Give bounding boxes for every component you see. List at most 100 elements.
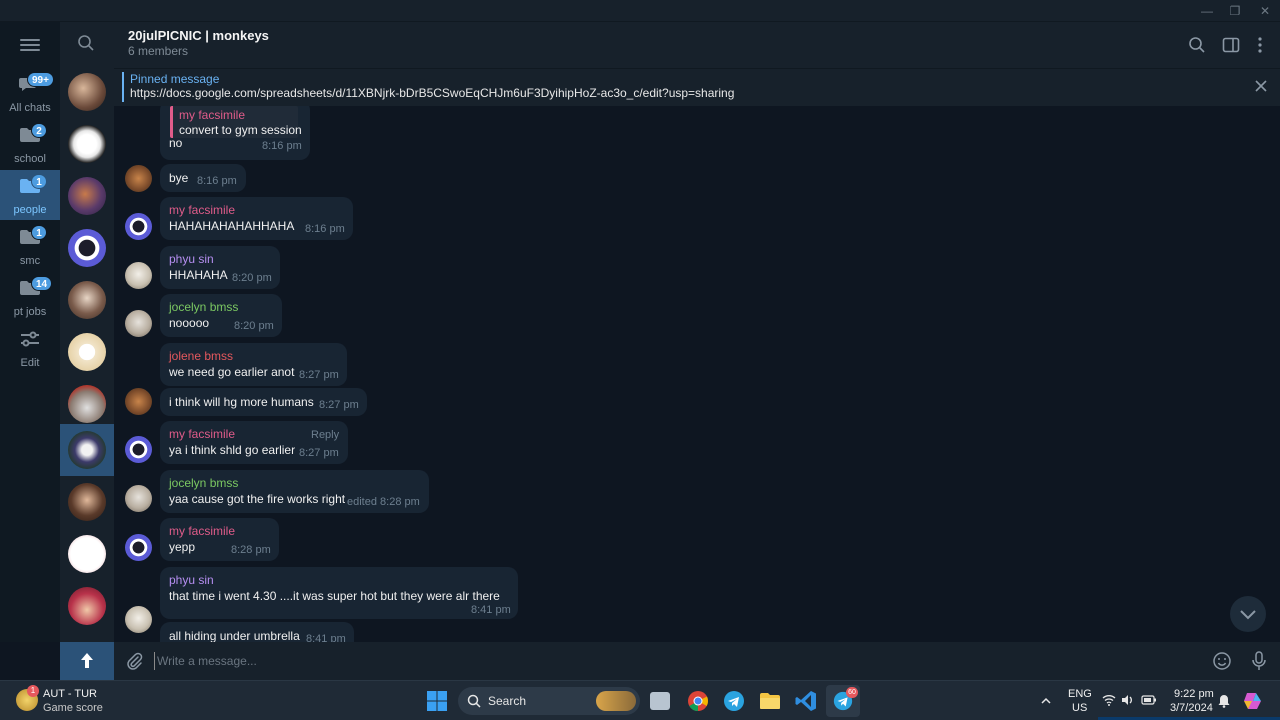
message-bubble[interactable]: all hiding under umbrella 8:41 pm xyxy=(160,622,354,642)
task-view-icon[interactable] xyxy=(650,692,670,710)
chat-list-item[interactable] xyxy=(60,118,114,170)
folder-label: All chats xyxy=(9,102,51,114)
menu-icon[interactable] xyxy=(18,36,42,54)
message-bubble[interactable]: my facsimile yepp 8:28 pm xyxy=(160,518,279,561)
microphone-icon[interactable] xyxy=(1250,650,1268,672)
close-window-button[interactable]: ✕ xyxy=(1250,2,1280,20)
message-sender[interactable]: my facsimile xyxy=(169,203,235,217)
message-text: we need go earlier anot xyxy=(169,365,295,379)
message-bubble[interactable]: jocelyn bmss yaa cause got the fire work… xyxy=(160,470,429,513)
avatar[interactable] xyxy=(125,485,152,512)
language-indicator[interactable]: ENG xyxy=(1068,688,1092,700)
folder-all-chats[interactable]: 99+ All chats xyxy=(0,68,60,118)
message-bubble[interactable]: my facsimile Reply ya i think shld go ea… xyxy=(160,421,348,464)
avatar[interactable] xyxy=(125,310,152,337)
chat-list-item[interactable] xyxy=(60,274,114,326)
message-sender[interactable]: my facsimile xyxy=(169,524,235,538)
emoji-icon[interactable] xyxy=(1212,651,1232,671)
telegram-badge: 60 xyxy=(846,687,858,698)
message-bubble[interactable]: my facsimile HAHAHAHAHAHHAHA 8:16 pm xyxy=(160,197,353,240)
scroll-top-button[interactable] xyxy=(60,642,114,680)
minimize-button[interactable]: — xyxy=(1192,2,1222,20)
chat-list-item[interactable] xyxy=(60,528,114,580)
search-icon[interactable] xyxy=(1188,36,1206,54)
folder-pt-jobs[interactable]: 14 pt jobs xyxy=(0,272,60,322)
message-text: HHAHAHA xyxy=(169,268,228,282)
sidebar-toggle-icon[interactable] xyxy=(1222,36,1240,54)
wifi-icon[interactable] xyxy=(1102,694,1116,706)
widget-title[interactable]: AUT - TUR xyxy=(43,688,97,700)
message-sender[interactable]: jocelyn bmss xyxy=(169,476,238,490)
avatar[interactable] xyxy=(125,213,152,240)
message-text: ya i think shld go earlier xyxy=(169,443,296,457)
avatar[interactable] xyxy=(125,534,152,561)
folder-edit[interactable]: Edit xyxy=(0,323,60,373)
message-input[interactable] xyxy=(154,652,1194,670)
chat-header[interactable]: 20julPICNIC | monkeys 6 members xyxy=(114,22,1280,68)
battery-icon[interactable] xyxy=(1141,695,1157,705)
chat-list-item[interactable] xyxy=(60,378,114,430)
message-bubble[interactable]: my facsimile convert to gym session no 8… xyxy=(160,106,310,160)
message-sender[interactable]: my facsimile xyxy=(169,427,235,441)
keyboard-layout: US xyxy=(1072,702,1088,714)
folder-smc[interactable]: 1 smc xyxy=(0,221,60,271)
folder-school[interactable]: 2 school xyxy=(0,119,60,169)
chevron-down-icon xyxy=(1240,610,1256,620)
message-bubble[interactable]: phyu sin that time i went 4.30 ....it wa… xyxy=(160,567,518,619)
avatar[interactable] xyxy=(125,262,152,289)
taskbar-search[interactable]: Search xyxy=(458,687,640,715)
search-icon[interactable] xyxy=(77,34,95,52)
message-list[interactable]: my facsimile convert to gym session no 8… xyxy=(114,106,1280,642)
quoted-reply[interactable]: my facsimile convert to gym session xyxy=(170,106,302,138)
chevron-up-icon[interactable] xyxy=(1040,696,1052,706)
avatar[interactable] xyxy=(125,165,152,192)
avatar[interactable] xyxy=(125,388,152,415)
telegram-icon[interactable] xyxy=(722,689,746,713)
folder-people[interactable]: 1 people xyxy=(0,170,60,220)
chat-list-item-selected[interactable] xyxy=(60,424,114,476)
message-text: that time i went 4.30 ....it was super h… xyxy=(169,589,500,603)
clock-time[interactable]: 9:22 pm xyxy=(1174,688,1214,700)
chat-list-item[interactable] xyxy=(60,66,114,118)
chat-list-item[interactable] xyxy=(60,326,114,378)
attach-icon[interactable] xyxy=(124,651,144,671)
chat-list-item[interactable] xyxy=(60,170,114,222)
arrow-up-icon xyxy=(81,653,93,668)
avatar[interactable] xyxy=(125,606,152,633)
message-bubble[interactable]: i think will hg more humans 8:27 pm xyxy=(160,388,367,416)
pinned-message[interactable]: Pinned message https://docs.google.com/s… xyxy=(114,68,1280,106)
message-bubble[interactable]: bye 8:16 pm xyxy=(160,164,246,192)
folder-badge: 1 xyxy=(31,174,47,189)
message-sender[interactable]: phyu sin xyxy=(169,573,214,587)
volume-icon[interactable] xyxy=(1121,694,1135,706)
chrome-icon[interactable] xyxy=(686,689,710,713)
chat-list-item[interactable] xyxy=(60,580,114,632)
avatar xyxy=(68,281,106,319)
windows-start-icon[interactable] xyxy=(425,689,449,713)
message-sender[interactable]: phyu sin xyxy=(169,252,214,266)
telegram-active-app[interactable]: 60 xyxy=(826,685,860,717)
folder-label: pt jobs xyxy=(13,306,47,318)
reply-button[interactable]: Reply xyxy=(311,429,339,441)
scroll-to-bottom-button[interactable] xyxy=(1230,596,1266,632)
message-bubble[interactable]: phyu sin HHAHAHA 8:20 pm xyxy=(160,246,280,289)
chat-list-item[interactable] xyxy=(60,222,114,274)
avatar[interactable] xyxy=(125,436,152,463)
window-titlebar: — ❐ ✕ xyxy=(0,0,1280,22)
message-bubble[interactable]: jocelyn bmss nooooo 8:20 pm xyxy=(160,294,282,337)
close-icon[interactable] xyxy=(1254,79,1268,93)
message-bubble[interactable]: jolene bmss we need go earlier anot 8:27… xyxy=(160,343,347,386)
copilot-icon[interactable] xyxy=(1242,690,1264,712)
avatar xyxy=(68,73,106,111)
message-sender[interactable]: jolene bmss xyxy=(169,349,233,363)
more-icon[interactable] xyxy=(1254,36,1266,54)
chat-list-item[interactable] xyxy=(60,476,114,528)
message-time: 8:20 pm xyxy=(234,320,274,332)
folder-label: smc xyxy=(19,255,41,267)
file-explorer-icon[interactable] xyxy=(758,689,782,713)
maximize-button[interactable]: ❐ xyxy=(1220,2,1250,20)
vscode-icon[interactable] xyxy=(794,689,818,713)
notification-bell-icon[interactable] xyxy=(1218,694,1230,708)
message-sender[interactable]: jocelyn bmss xyxy=(169,300,238,314)
avatar xyxy=(68,385,106,423)
